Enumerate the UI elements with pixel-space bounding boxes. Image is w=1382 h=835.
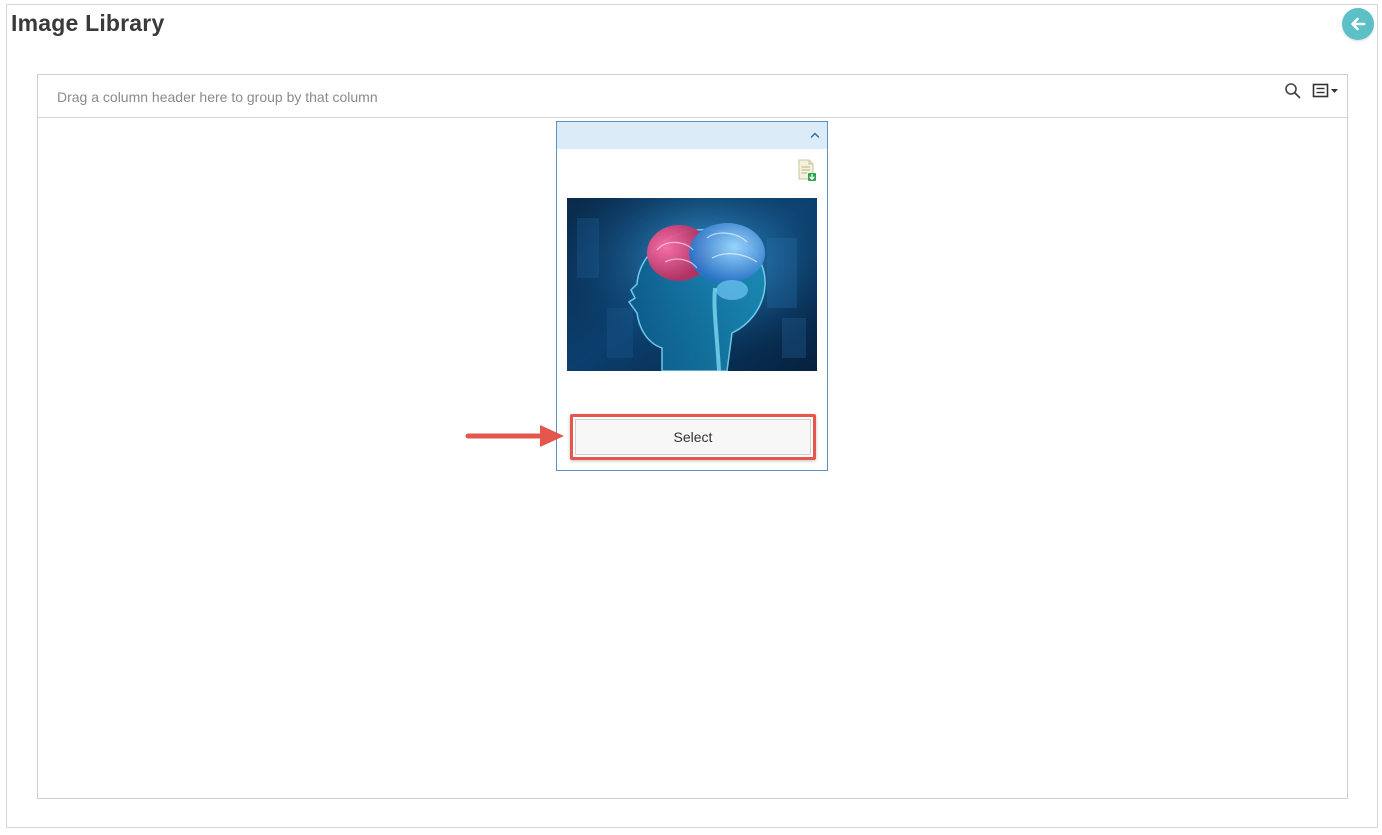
- pointer-arrow-annotation: [465, 425, 564, 447]
- arrow-left-circle-icon: [1351, 17, 1366, 31]
- page-title: Image Library: [11, 10, 165, 36]
- group-panel[interactable]: Drag a column header here to group by th…: [38, 75, 1347, 118]
- file-download-icon[interactable]: [797, 159, 817, 181]
- chevron-up-icon[interactable]: [809, 130, 821, 140]
- brain-image-thumbnail[interactable]: [567, 198, 817, 371]
- select-button[interactable]: Select: [575, 419, 811, 455]
- card-header: [557, 122, 827, 149]
- group-panel-hint: Drag a column header here to group by th…: [57, 89, 378, 105]
- back-button[interactable]: [1342, 8, 1374, 40]
- search-icon[interactable]: [1284, 82, 1302, 100]
- column-menu-icon[interactable]: [1312, 82, 1340, 100]
